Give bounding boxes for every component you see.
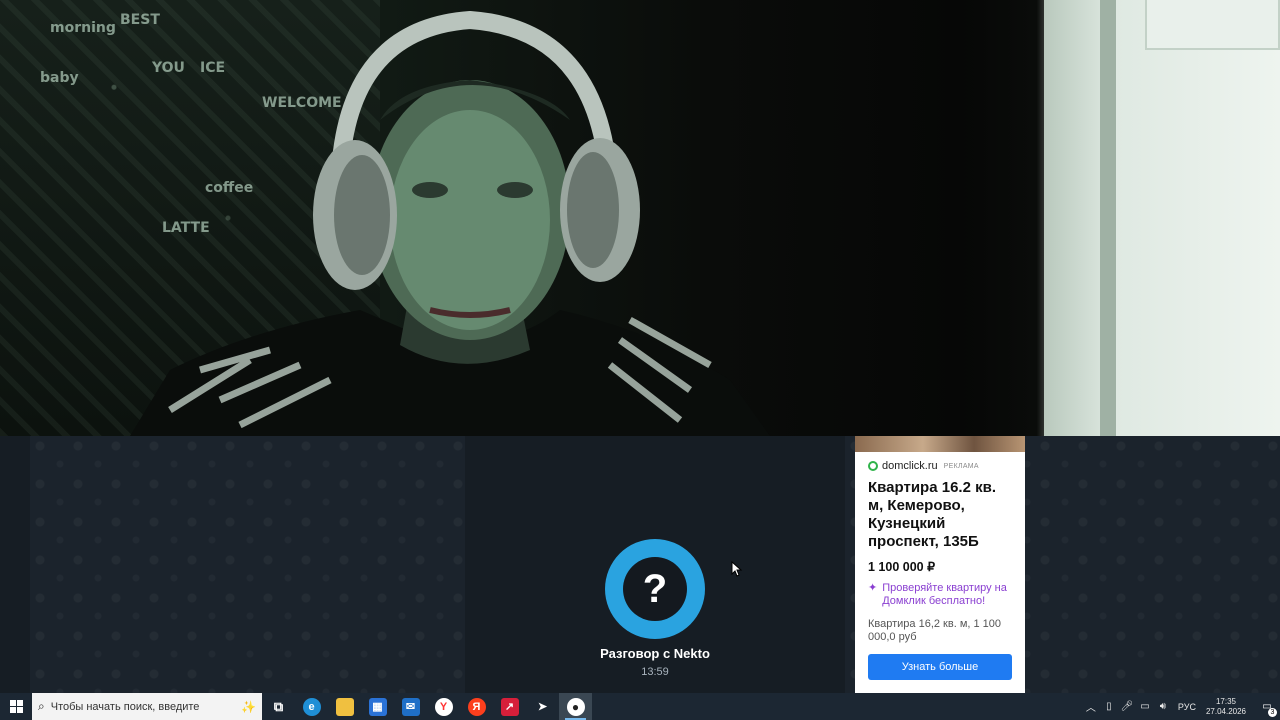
- ad-card[interactable]: domclick.ru РЕКЛАМА Квартира 16.2 кв. м,…: [855, 436, 1025, 693]
- device-icon[interactable]: ▯: [1101, 701, 1117, 712]
- taskbar-telegram[interactable]: ➤: [526, 693, 559, 720]
- start-button[interactable]: [0, 693, 32, 720]
- taskbar: ⌕ Чтобы начать поиск, введите ✨ ⧉ e ▦ ✉ …: [0, 693, 1280, 720]
- windows-logo-icon: [9, 700, 23, 713]
- partner-video: BEST YOU WELCOME LATTE coffee ICE mornin…: [0, 0, 1280, 436]
- volume-icon[interactable]: 🔊︎: [1155, 701, 1171, 712]
- clock-date: 27.04.2026: [1205, 706, 1246, 716]
- network-icon[interactable]: ▭: [1137, 701, 1153, 712]
- edge-icon: e: [302, 697, 321, 716]
- clock-time: 17:35: [1215, 696, 1236, 706]
- left-strip: [0, 436, 30, 693]
- taskbar-mail[interactable]: ✉: [394, 693, 427, 720]
- taskbar-search[interactable]: ⌕ Чтобы начать поиск, введите ✨: [32, 693, 262, 720]
- learn-more-button[interactable]: Узнать больше: [868, 654, 1012, 680]
- system-tray: ︿ ▯ 🎤︎ ▭ 🔊︎ РУС 17:35 27.04.2026 ▭ 3: [1082, 693, 1280, 720]
- file-explorer-icon: [335, 697, 354, 716]
- mouse-cursor-icon: [731, 561, 743, 577]
- ad-price: 1 100 000 ₽: [868, 560, 936, 574]
- screen: BEST YOU WELCOME LATTE coffee ICE mornin…: [0, 0, 1280, 720]
- search-icon: ⌕: [38, 699, 45, 713]
- store-icon: ▦: [368, 697, 387, 716]
- partner-info: ?: [605, 539, 705, 639]
- anonymous-avatar: ?: [605, 539, 705, 639]
- notification-count: 3: [1268, 708, 1277, 717]
- question-mark-icon: ?: [623, 557, 687, 621]
- window-light: [1044, 0, 1280, 436]
- sparkle-icon: ✦: [868, 582, 878, 594]
- task-view-button[interactable]: ⧉: [262, 693, 295, 720]
- taskbar-yandex-browser[interactable]: Y: [427, 693, 460, 720]
- language-indicator[interactable]: РУС: [1178, 702, 1196, 712]
- yandex-icon: Я: [467, 697, 486, 716]
- stocks-icon: ↗: [500, 697, 519, 716]
- taskbar-store[interactable]: ▦: [361, 693, 394, 720]
- ad-domain: domclick.ru: [882, 460, 938, 472]
- telegram-icon: ➤: [537, 701, 548, 713]
- taskbar-edge[interactable]: e: [295, 693, 328, 720]
- call-duration: 13:59: [641, 666, 669, 678]
- taskbar-yandex[interactable]: Я: [460, 693, 493, 720]
- person-silhouette: [130, 10, 770, 436]
- mail-icon: ✉: [401, 697, 420, 716]
- ad-label: РЕКЛАМА: [943, 462, 979, 470]
- taskbar-obs[interactable]: ●: [559, 693, 592, 720]
- wall-text: morning: [50, 20, 116, 36]
- ad-title[interactable]: Квартира 16.2 кв. м, Кемерово, Кузнецкий…: [855, 472, 1025, 551]
- taskbar-explorer[interactable]: [328, 693, 361, 720]
- conversation-title: Разговор с Nekto: [600, 646, 710, 661]
- search-placeholder: Чтобы начать поиск, введите: [50, 700, 200, 713]
- microphone-icon[interactable]: 🎤︎: [1119, 701, 1135, 712]
- window-frame: [1100, 0, 1116, 436]
- ad-source: domclick.ru РЕКЛАМА: [855, 452, 1025, 472]
- wall-text: baby: [40, 70, 79, 86]
- obs-icon: ●: [566, 697, 585, 716]
- wall-panel: [1145, 0, 1280, 50]
- domclick-logo-icon: [868, 461, 878, 471]
- clock[interactable]: 17:35 27.04.2026: [1206, 697, 1246, 717]
- ad-promo[interactable]: ✦ Проверяйте квартиру на Домклик бесплат…: [855, 574, 1025, 608]
- yandex-browser-icon: Y: [434, 697, 453, 716]
- task-view-icon: ⧉: [273, 698, 284, 714]
- ad-description: Квартира 16,2 кв. м, 1 100 000,0 руб: [868, 618, 1002, 643]
- notification-center-button[interactable]: ▭ 3: [1254, 693, 1280, 720]
- self-video-placeholder: [30, 436, 465, 693]
- chevron-up-icon[interactable]: ︿: [1083, 699, 1099, 714]
- taskbar-stocks[interactable]: ↗: [493, 693, 526, 720]
- ad-promo-text: Проверяйте квартиру на Домклик бесплатно…: [882, 582, 1007, 607]
- search-highlight-icon: ✨: [241, 699, 256, 714]
- ad-image: [855, 436, 1025, 452]
